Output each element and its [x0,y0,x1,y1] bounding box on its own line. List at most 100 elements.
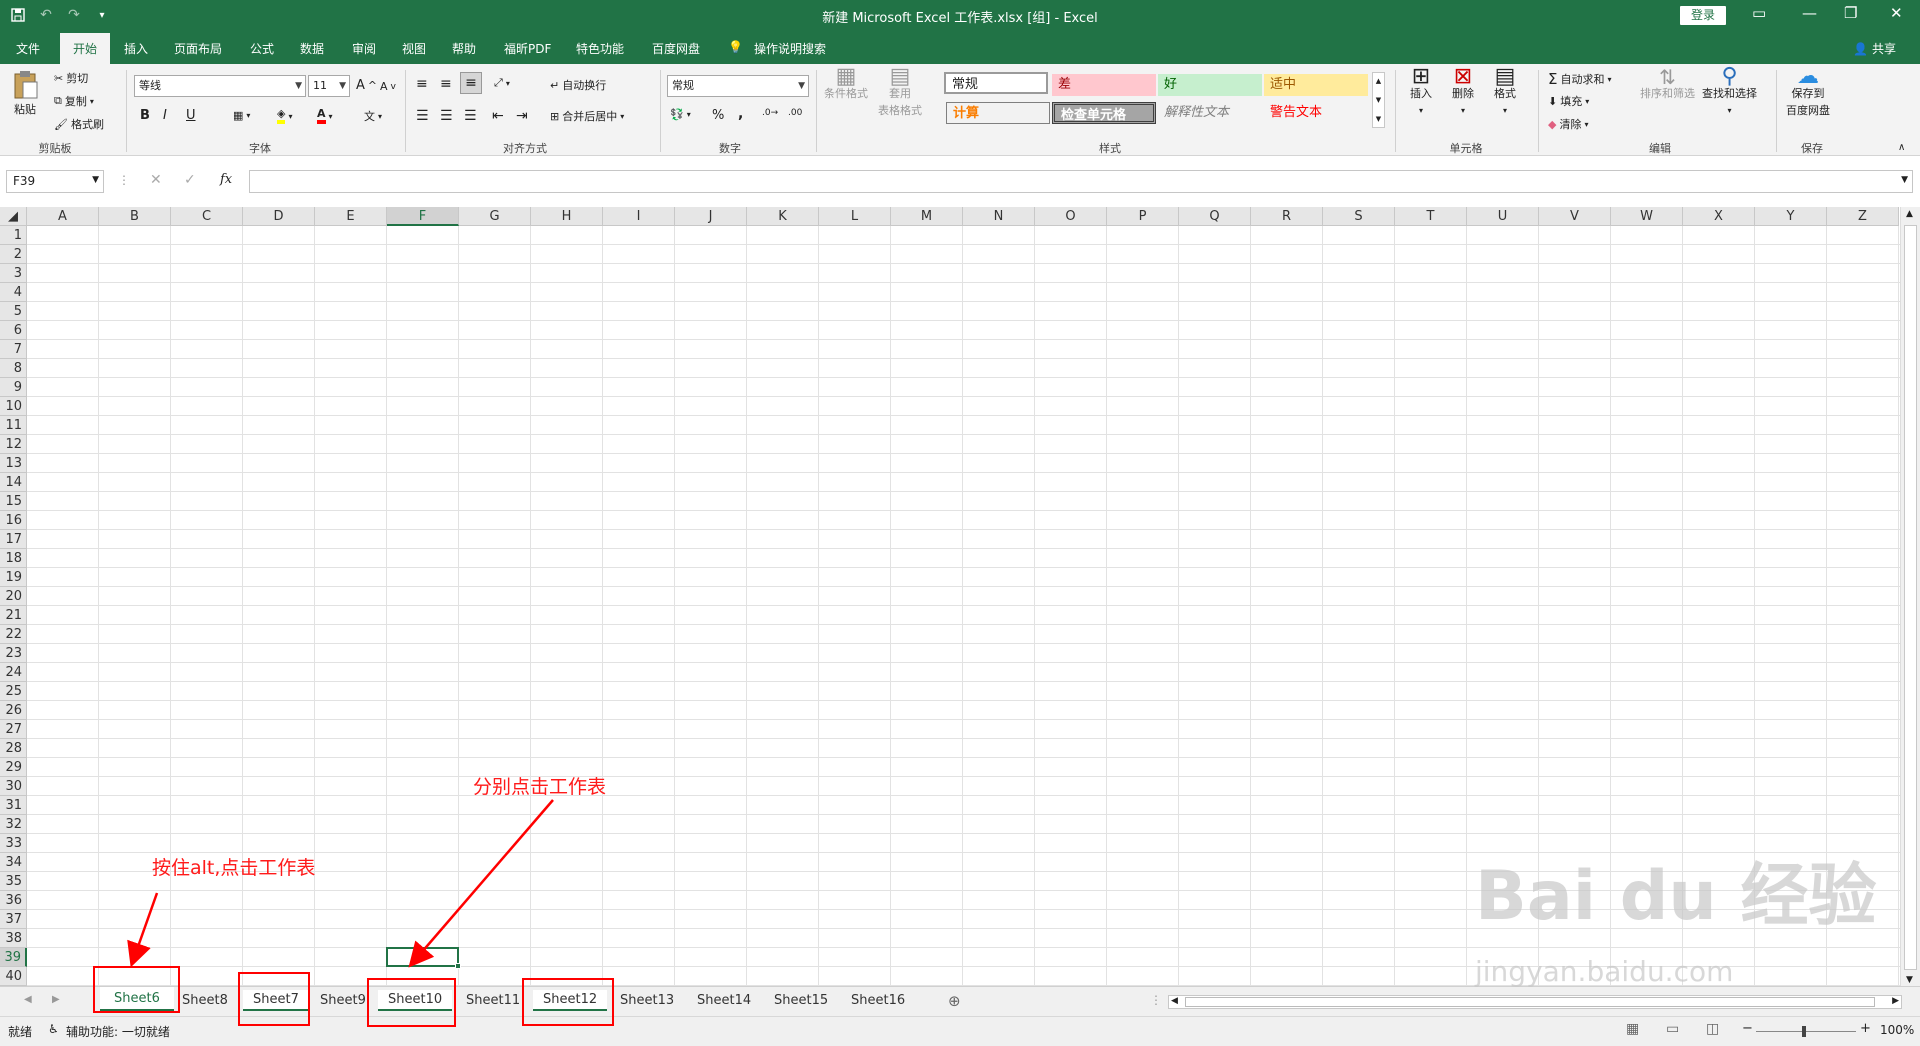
row-header[interactable]: 39 [0,948,27,967]
row-header[interactable]: 15 [0,492,27,511]
row-header[interactable]: 32 [0,815,27,834]
row-header[interactable]: 18 [0,549,27,568]
tab-features[interactable]: 特色功能 [576,40,624,57]
column-header[interactable]: V [1539,207,1611,226]
sheet-tab-sheet14[interactable]: Sheet14 [697,993,751,1008]
collapse-ribbon-icon[interactable]: ∧ [1898,142,1905,153]
column-header[interactable]: P [1107,207,1179,226]
shrink-font-button[interactable]: Av [380,80,396,93]
insert-cells-button[interactable]: ⊞ 插入 ▾ [1410,66,1432,118]
next-sheet-icon[interactable]: ▶ [52,994,60,1005]
cancel-icon[interactable]: ✕ [150,172,162,188]
italic-button[interactable]: I [163,108,167,123]
row-header[interactable]: 36 [0,891,27,910]
decrease-indent-icon[interactable]: ⇤ [492,108,504,124]
column-header[interactable]: J [675,207,747,226]
column-header[interactable]: Q [1179,207,1251,226]
column-header[interactable]: E [315,207,387,226]
column-header[interactable]: K [747,207,819,226]
align-top-icon[interactable]: ≡ [416,76,428,92]
scroll-down-icon[interactable]: ▼ [1906,975,1913,985]
page-break-view-icon[interactable]: ◫ [1706,1021,1719,1037]
comma-button[interactable]: , [738,106,743,122]
row-header[interactable]: 37 [0,910,27,929]
column-header[interactable]: F [387,207,459,226]
active-cell[interactable] [386,947,459,967]
column-header[interactable]: M [891,207,963,226]
row-header[interactable]: 1 [0,226,27,245]
styles-scroll[interactable]: ▲ ▼ ▼ [1372,72,1385,128]
row-header[interactable]: 7 [0,340,27,359]
zoom-slider[interactable] [1756,1031,1856,1032]
zoom-in-icon[interactable]: + [1860,1021,1871,1036]
borders-button[interactable]: ▦ ▾ [233,109,250,122]
share-button[interactable]: 👤 共享 [1853,40,1896,57]
style-check-cell[interactable]: 检查单元格 [1052,102,1156,124]
row-header[interactable]: 25 [0,682,27,701]
align-left-icon[interactable]: ☰ [416,108,429,124]
bold-button[interactable]: B [140,108,150,123]
align-bottom-icon[interactable]: ≡ [460,72,482,94]
column-header[interactable]: T [1395,207,1467,226]
row-header[interactable]: 17 [0,530,27,549]
orientation-icon[interactable]: ⤢ ▾ [494,76,510,90]
row-header[interactable]: 21 [0,606,27,625]
sheet-tab-sheet11[interactable]: Sheet11 [466,993,520,1008]
autosum-button[interactable]: Σ 自动求和 ▾ [1548,70,1612,88]
row-header[interactable]: 4 [0,283,27,302]
formula-input[interactable]: ▼ [249,170,1913,193]
zoom-level[interactable]: 100% [1880,1023,1914,1037]
column-header[interactable]: D [243,207,315,226]
accessibility-status[interactable]: 辅助功能: 一切就绪 [66,1023,170,1040]
tab-file[interactable]: 文件 [16,40,40,57]
vertical-scrollbar[interactable]: ▲ ▼ [1900,207,1920,990]
expand-formula-icon[interactable]: ▼ [1901,175,1908,185]
column-header[interactable]: H [531,207,603,226]
row-header[interactable]: 22 [0,625,27,644]
tab-help[interactable]: 帮助 [452,40,476,57]
column-header[interactable]: X [1683,207,1755,226]
style-good[interactable]: 好 [1158,74,1262,96]
tab-data[interactable]: 数据 [300,40,324,57]
column-header[interactable]: U [1467,207,1539,226]
style-calculation[interactable]: 计算 [946,102,1050,124]
row-header[interactable]: 24 [0,663,27,682]
fill-handle[interactable] [455,963,461,969]
column-header[interactable]: B [99,207,171,226]
cut-button[interactable]: ✂ 剪切 [54,70,88,86]
row-header[interactable]: 38 [0,929,27,948]
sheet-tab-sheet16[interactable]: Sheet16 [851,993,905,1008]
copy-button[interactable]: ⧉ 复制 ▾ [54,93,94,109]
decrease-decimal-icon[interactable]: .00 [788,108,802,118]
fill-button[interactable]: ⬇ 填充 ▾ [1548,93,1589,109]
style-warning[interactable]: 警告文本 [1264,102,1368,124]
row-header[interactable]: 13 [0,454,27,473]
splitter-icon[interactable]: ⋮ [1150,993,1162,1007]
delete-cells-button[interactable]: ⊠ 删除 ▾ [1452,66,1474,118]
tab-baidu-netdisk[interactable]: 百度网盘 [652,40,700,57]
column-header[interactable]: G [459,207,531,226]
style-bad[interactable]: 差 [1052,74,1156,96]
add-sheet-icon[interactable]: ⊕ [948,992,961,1010]
phonetic-button[interactable]: 文 ▾ [364,108,382,124]
increase-decimal-icon[interactable]: .0→ [762,108,778,118]
row-header[interactable]: 12 [0,435,27,454]
font-color-button[interactable]: A ▾ [317,108,333,124]
row-header[interactable]: 40 [0,967,27,986]
row-header[interactable]: 23 [0,644,27,663]
row-header[interactable]: 14 [0,473,27,492]
row-header[interactable]: 5 [0,302,27,321]
row-header[interactable]: 11 [0,416,27,435]
column-header[interactable]: Z [1827,207,1899,226]
grow-font-button[interactable]: A ^ [356,78,377,93]
row-header[interactable]: 29 [0,758,27,777]
increase-indent-icon[interactable]: ⇥ [516,108,528,124]
format-painter-button[interactable]: 🖌 格式刷 [54,116,104,132]
column-header[interactable]: Y [1755,207,1827,226]
close-icon[interactable]: ✕ [1890,4,1903,22]
row-header[interactable]: 3 [0,264,27,283]
column-header[interactable]: L [819,207,891,226]
page-layout-view-icon[interactable]: ▭ [1666,1021,1679,1037]
tab-page-layout[interactable]: 页面布局 [174,40,222,57]
conditional-format-button[interactable]: ▦ 条件格式 [824,66,868,101]
